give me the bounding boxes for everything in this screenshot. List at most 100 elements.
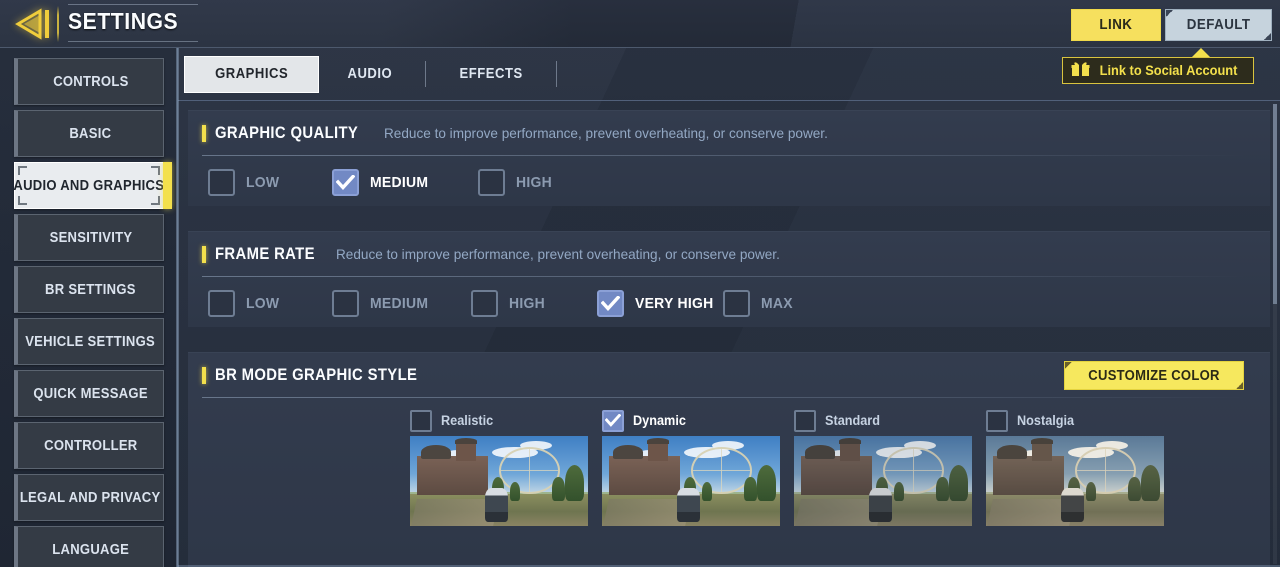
back-arrow-icon[interactable] [14, 7, 54, 41]
sidebar-item-label: LANGUAGE [52, 541, 129, 558]
checkbox-unchecked-icon[interactable] [208, 169, 235, 196]
style-card-nostalgia[interactable]: Nostalgia [986, 405, 1164, 526]
vertical-scrollbar-thumb[interactable] [1273, 104, 1277, 304]
checkbox-unchecked-icon[interactable] [478, 169, 505, 196]
option-frame-rate-max[interactable]: MAX [723, 290, 795, 317]
page-title: SETTINGS [68, 8, 179, 34]
sidebar-item-label: LEGAL AND PRIVACY [20, 489, 161, 506]
notch-top-left [1165, 10, 1173, 17]
style-header: Realistic [410, 405, 588, 436]
checkbox-unchecked-icon[interactable] [986, 409, 1008, 432]
style-thumbnail [794, 436, 972, 526]
sidebar-item-audio-and-graphics[interactable]: AUDIO AND GRAPHICS [13, 162, 172, 209]
style-card-realistic[interactable]: Realistic [410, 405, 588, 526]
section-accent-bar [202, 366, 206, 384]
checkbox-unchecked-icon[interactable] [794, 409, 816, 432]
link-button[interactable]: LINK [1070, 9, 1161, 41]
sidebar-item-br-settings[interactable]: BR SETTINGS [14, 266, 164, 313]
sidebar-item-label: AUDIO AND GRAPHICS [13, 177, 165, 194]
sidebar-item-vehicle-settings[interactable]: VEHICLE SETTINGS [14, 318, 164, 365]
section-graphic-quality: GRAPHIC QUALITY Reduce to improve perfor… [188, 110, 1270, 206]
link-social-label: Link to Social Account [1099, 63, 1238, 78]
option-frame-rate-medium[interactable]: MEDIUM [332, 290, 457, 317]
sidebar-item-label: CONTROLLER [43, 437, 138, 454]
checkbox-unchecked-icon[interactable] [332, 290, 359, 317]
default-button-label: DEFAULT [1186, 17, 1251, 33]
customize-color-label: CUSTOMIZE COLOR [1088, 367, 1220, 384]
tab-divider [556, 61, 558, 87]
checkbox-checked-icon[interactable] [602, 409, 624, 432]
sidebar-item-label: BASIC [69, 125, 112, 142]
section-subtitle: Reduce to improve performance, prevent o… [384, 125, 828, 141]
section-header: GRAPHIC QUALITY Reduce to improve perfor… [188, 111, 1270, 156]
style-header: Nostalgia [986, 405, 1164, 436]
checkbox-unchecked-icon[interactable] [723, 290, 751, 317]
section-accent-bar [202, 245, 206, 263]
style-card-dynamic[interactable]: Dynamic [602, 405, 780, 526]
section-header: BR MODE GRAPHIC STYLE CUSTOMIZE COLOR [188, 353, 1270, 398]
content-left-edge [176, 48, 179, 567]
section-title: GRAPHIC QUALITY [215, 123, 359, 142]
option-graphic-quality-low[interactable]: LOW [208, 169, 318, 196]
sidebar-item-quick-message[interactable]: QUICK MESSAGE [14, 370, 164, 417]
sidebar-item-language[interactable]: LANGUAGE [14, 526, 164, 567]
content-tabs: GRAPHICS AUDIO EFFECTS Link to Social Ac… [178, 48, 1280, 101]
checkbox-unchecked-icon[interactable] [471, 290, 498, 317]
style-card-standard[interactable]: Standard [794, 405, 972, 526]
section-title: BR MODE GRAPHIC STYLE [215, 365, 418, 384]
checkbox-checked-icon[interactable] [332, 169, 359, 196]
sidebar-item-controls[interactable]: CONTROLS [14, 58, 164, 105]
section-title: FRAME RATE [215, 244, 315, 263]
sidebar-item-label: VEHICLE SETTINGS [25, 333, 156, 350]
option-label: LOW [246, 174, 280, 191]
sidebar-item-controller[interactable]: CONTROLLER [14, 422, 164, 469]
header-divider [57, 6, 59, 42]
sidebar-item-label: BR SETTINGS [45, 281, 136, 298]
style-label: Nostalgia [1017, 413, 1075, 428]
option-frame-rate-very-high[interactable]: VERY HIGH [597, 290, 719, 317]
link-to-social-account-button[interactable]: Link to Social Account [1061, 57, 1254, 84]
header-actions: LINK DEFAULT [1070, 9, 1272, 41]
option-graphic-quality-medium[interactable]: MEDIUM [332, 169, 464, 196]
sidebar-item-sensitivity[interactable]: SENSITIVITY [14, 214, 164, 261]
corner-bracket-br [151, 196, 160, 205]
settings-content: GRAPHICS AUDIO EFFECTS Link to Social Ac… [178, 48, 1280, 567]
option-frame-rate-high[interactable]: HIGH [471, 290, 583, 317]
option-graphic-quality-high[interactable]: HIGH [478, 169, 555, 196]
tab-effects[interactable]: EFFECTS [430, 56, 552, 93]
section-subtitle: Reduce to improve performance, prevent o… [335, 246, 780, 262]
style-label: Realistic [441, 413, 494, 428]
style-label: Standard [825, 413, 881, 428]
notch-bottom-right [1264, 33, 1271, 40]
option-label: HIGH [509, 295, 545, 312]
option-label: VERY HIGH [635, 295, 714, 312]
style-thumbnail [410, 436, 588, 526]
tab-graphics[interactable]: GRAPHICS [184, 55, 320, 93]
sidebar-item-label: CONTROLS [52, 73, 129, 90]
sidebar-item-legal-and-privacy[interactable]: LEGAL AND PRIVACY [14, 474, 164, 521]
section-br-mode-graphic-style: BR MODE GRAPHIC STYLE CUSTOMIZE COLOR Re… [188, 352, 1270, 567]
sidebar-item-basic[interactable]: BASIC [14, 110, 164, 157]
gift-icon [1071, 61, 1090, 80]
graphic-quality-options: LOW MEDIUM HIGH [188, 155, 1270, 196]
frame-rate-options: LOW MEDIUM HIGH VERY HIGH MAX [188, 276, 1270, 317]
section-rule [202, 397, 1248, 398]
active-accent-bar [163, 162, 172, 209]
section-accent-bar [202, 124, 206, 142]
tab-audio[interactable]: AUDIO [319, 56, 421, 93]
title-rule-top [68, 4, 198, 5]
customize-color-button[interactable]: CUSTOMIZE COLOR [1063, 361, 1244, 390]
option-frame-rate-low[interactable]: LOW [208, 290, 318, 317]
style-header: Standard [794, 405, 972, 436]
checkbox-checked-icon[interactable] [597, 290, 624, 317]
tab-label: EFFECTS [459, 66, 523, 82]
checkbox-unchecked-icon[interactable] [208, 290, 235, 317]
notch-top-left [1064, 362, 1072, 369]
default-button[interactable]: DEFAULT [1164, 9, 1272, 41]
graphic-style-list: Realistic Dynamic Standard Nostalgia [188, 397, 1270, 526]
settings-sidebar: CONTROLS BASIC AUDIO AND GRAPHICS SENSIT… [0, 48, 178, 567]
checkbox-unchecked-icon[interactable] [410, 409, 432, 432]
sidebar-item-label: QUICK MESSAGE [33, 385, 148, 402]
style-header: Dynamic [602, 405, 780, 436]
tab-label: AUDIO [347, 66, 393, 82]
